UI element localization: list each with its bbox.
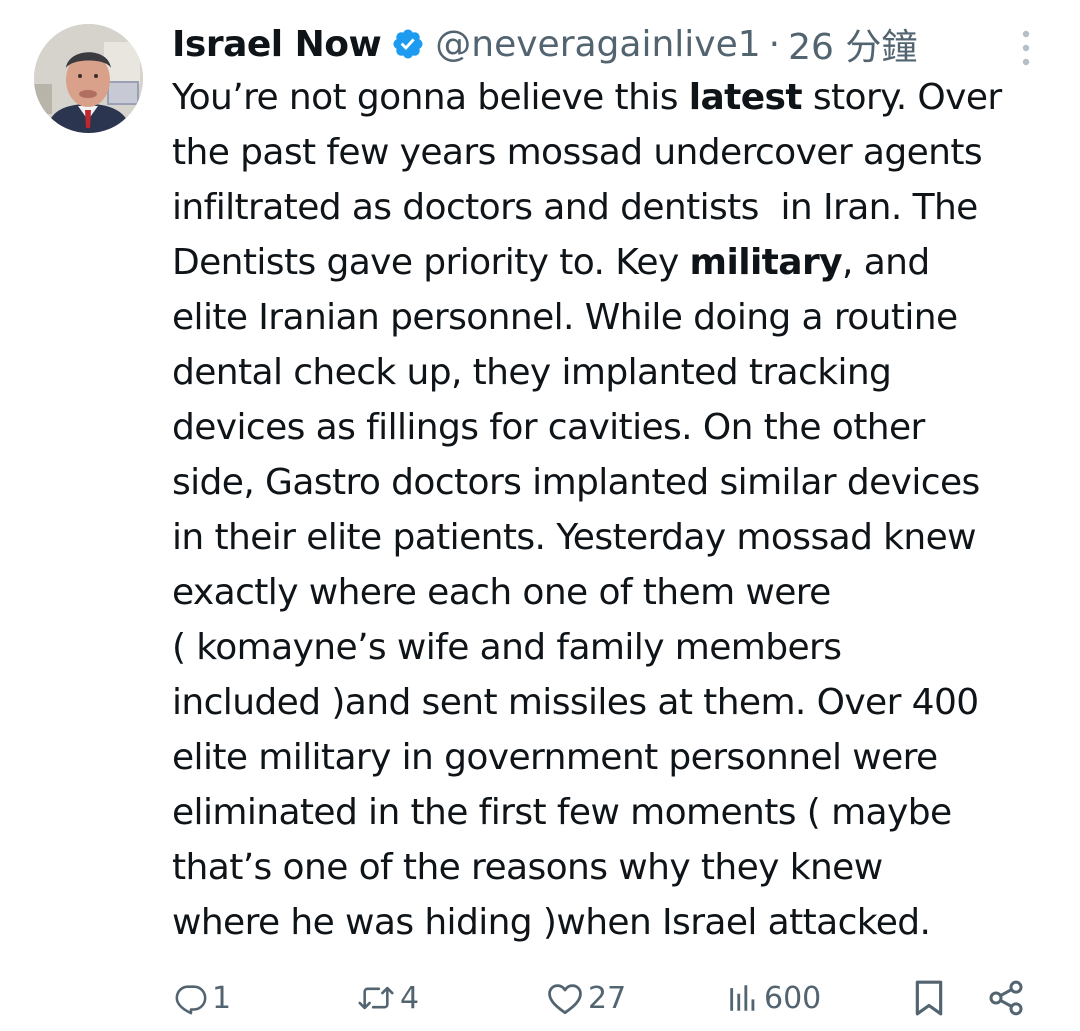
repost-icon	[356, 981, 396, 1015]
tweet-text-bold: latest	[688, 77, 803, 118]
tweet-text-segment: included )and sent missiles at them. Ove…	[172, 682, 979, 723]
like-count: 27	[588, 980, 627, 1016]
tweet-text-segment: Dentists gave priority to. Key	[172, 242, 690, 283]
tweet-text-segment: story. Over	[802, 77, 1002, 118]
reply-icon	[174, 981, 208, 1015]
repost-count: 4	[400, 980, 420, 1016]
tweet: Israel Now @neveragainlive1 · 26 分鐘 You’…	[0, 0, 1080, 1031]
bookmark-icon	[912, 978, 946, 1018]
tweet-text-line: Dentists gave priority to. Key military,…	[172, 235, 1062, 290]
tweet-text-line: dental check up, they implanted tracking	[172, 345, 1062, 400]
tweet-text-line: infiltrated as doctors and dentists in I…	[172, 180, 1062, 235]
views-button[interactable]: 600	[726, 970, 821, 1026]
tweet-text-line: in their elite patients. Yesterday mossa…	[172, 510, 1062, 565]
tweet-text-segment: infiltrated as doctors and dentists in I…	[172, 187, 978, 228]
tweet-text-line: elite Iranian personnel. While doing a r…	[172, 290, 1062, 345]
tweet-text-segment: ( komayne’s wife and family members	[172, 627, 842, 668]
tweet-text-segment: , and	[842, 242, 930, 283]
tweet-text-bold: military	[689, 242, 843, 283]
like-button[interactable]: 27	[546, 970, 626, 1026]
timestamp[interactable]: 26 分鐘	[788, 18, 917, 70]
tweet-text-segment: where he was hiding )when Israel attacke…	[172, 902, 931, 943]
tweet-text-line: where he was hiding )when Israel attacke…	[172, 895, 1062, 950]
tweet-text-segment: elite military in government personnel w…	[172, 737, 938, 778]
display-name[interactable]: Israel Now	[172, 24, 382, 65]
tweet-text-line: side, Gastro doctors implanted similar d…	[172, 455, 1062, 510]
tweet-text: You’re not gonna believe this latest sto…	[172, 70, 1062, 950]
tweet-text-line: You’re not gonna believe this latest sto…	[172, 70, 1062, 125]
share-button[interactable]	[986, 970, 1026, 1026]
more-icon[interactable]	[1014, 28, 1038, 68]
tweet-text-segment: in their elite patients. Yesterday mossa…	[172, 517, 977, 558]
reply-count: 1	[212, 980, 232, 1016]
tweet-header: Israel Now @neveragainlive1 · 26 分鐘	[172, 18, 1052, 70]
view-count: 600	[764, 980, 822, 1016]
repost-button[interactable]: 4	[356, 970, 419, 1026]
views-icon	[726, 981, 760, 1015]
tweet-text-segment: dental check up, they implanted tracking	[172, 352, 892, 393]
avatar[interactable]	[34, 24, 143, 133]
tweet-text-line: included )and sent missiles at them. Ove…	[172, 675, 1062, 730]
tweet-text-line: ( komayne’s wife and family members	[172, 620, 1062, 675]
heart-icon	[546, 981, 584, 1015]
tweet-text-segment: the past few years mossad undercover age…	[172, 132, 983, 173]
verified-badge-icon[interactable]	[391, 27, 425, 61]
reply-button[interactable]: 1	[174, 970, 231, 1026]
tweet-text-segment: side, Gastro doctors implanted similar d…	[172, 462, 980, 503]
separator-dot: ·	[768, 23, 781, 65]
bookmark-button[interactable]	[912, 970, 946, 1026]
user-handle[interactable]: @neveragainlive1	[435, 24, 760, 65]
tweet-text-line: elite military in government personnel w…	[172, 730, 1062, 785]
tweet-text-segment: devices as fillings for cavities. On the…	[172, 407, 925, 448]
tweet-text-segment: You’re not gonna believe this	[172, 77, 689, 118]
tweet-text-line: exactly where each one of them were	[172, 565, 1062, 620]
tweet-text-line: the past few years mossad undercover age…	[172, 125, 1062, 180]
tweet-text-segment: that’s one of the reasons why they knew	[172, 847, 883, 888]
tweet-text-segment: exactly where each one of them were	[172, 572, 831, 613]
tweet-actions: 1 4 27 600	[0, 970, 1080, 1026]
tweet-text-line: devices as fillings for cavities. On the…	[172, 400, 1062, 455]
share-icon	[986, 978, 1026, 1018]
tweet-text-segment: elite Iranian personnel. While doing a r…	[172, 297, 958, 338]
tweet-text-segment: eliminated in the first few moments ( ma…	[172, 792, 952, 833]
tweet-text-line: that’s one of the reasons why they knew	[172, 840, 1062, 895]
tweet-text-line: eliminated in the first few moments ( ma…	[172, 785, 1062, 840]
